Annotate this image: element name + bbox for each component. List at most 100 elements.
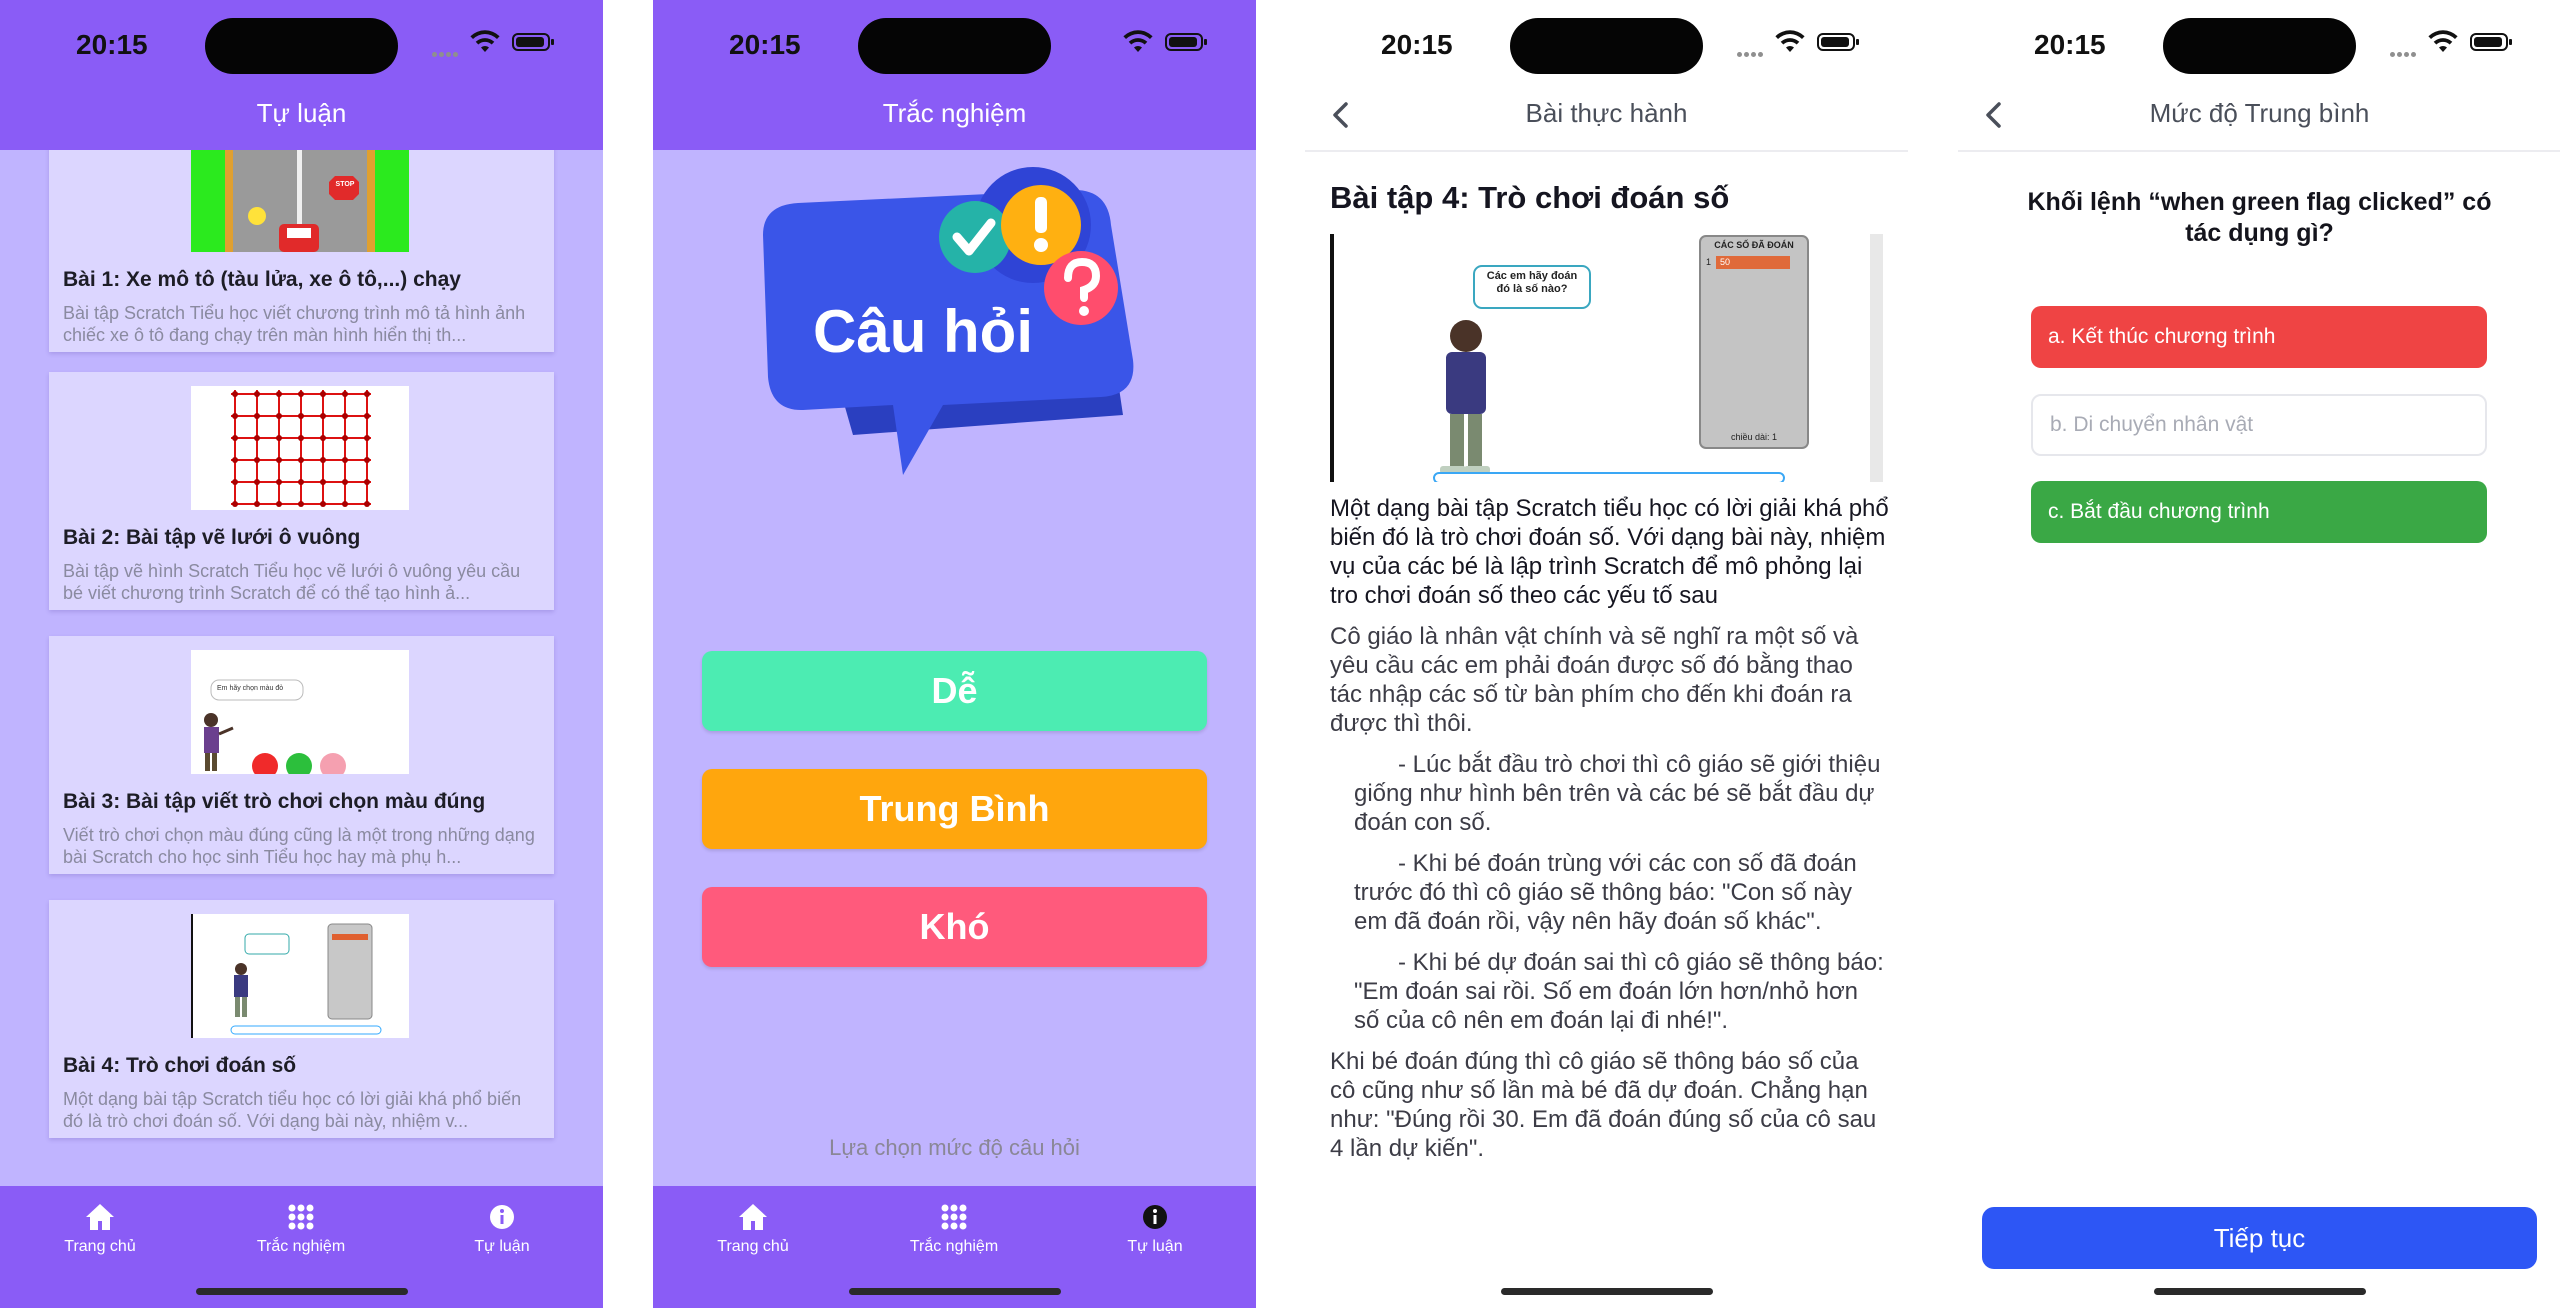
card-title: Bài 2: Bài tập vẽ lưới ô vuông (63, 526, 361, 549)
grid-icon (941, 1204, 967, 1230)
tab-label: Trang chủ (64, 1238, 136, 1255)
stop-sign-text: STOP (335, 181, 355, 188)
tab-label: Trang chủ (717, 1238, 789, 1255)
grid-icon (288, 1204, 314, 1230)
essay-list-screen: 20:15 Tự luận STOP Bài 1: Xe mô tô (tàu … (0, 0, 603, 1308)
practice-detail-screen: 20:15 Bài thực hành Bài tập 4: Trò chơi … (1305, 0, 1908, 1308)
image-list-index: 1 (1706, 257, 1712, 267)
article-bullet: - Lúc bắt đầu trò chơi thì cô giáo sẽ gi… (1354, 751, 1881, 836)
tab-essay[interactable]: Tự luận (1075, 1200, 1235, 1256)
image-speech-text: Các em hãy đoán đó là số nào? (1486, 270, 1578, 295)
dynamic-island (858, 18, 1051, 74)
tab-label: Trắc nghiệm (909, 1238, 999, 1255)
page-title: Tự luận (256, 98, 347, 128)
article-image: Các em hãy đoán đó là số nào? CÁC SỐ ĐÃ … (1330, 234, 1883, 482)
question-text: Khối lệnh “when green flag clicked” có t… (2027, 188, 2492, 247)
home-indicator (2154, 1288, 2366, 1295)
article-paragraph: Cô giáo là nhân vật chính và sẽ nghĩ ra … (1330, 623, 1859, 737)
answer-option-a[interactable]: a. Kết thúc chương trình (2031, 306, 2487, 368)
image-list-footer: chiều dài: 1 (1730, 432, 1778, 442)
card-description: Viết trò chơi chọn màu đúng cũng là một … (63, 825, 535, 867)
home-icon (739, 1204, 767, 1230)
header: 20:15 Tự luận (0, 0, 603, 150)
article-paragraph: Khi bé đoán đúng thì cô giáo sẽ thông bá… (1330, 1048, 1877, 1162)
page-title: Bài thực hành (1525, 98, 1688, 128)
exercise-list[interactable]: STOP Bài 1: Xe mô tô (tàu lửa, xe ô tô,.… (0, 150, 603, 1186)
list-item[interactable]: Em hãy chọn màu đỏ Bài 3: Bài tập viết t… (49, 636, 554, 874)
wifi-icon (2428, 30, 2458, 52)
home-indicator (1501, 1288, 1713, 1295)
level-medium-button[interactable]: Trung Bình (702, 769, 1207, 849)
card-title: Bài 3: Bài tập viết trò chơi chọn màu đú… (63, 790, 486, 813)
home-indicator (849, 1288, 1061, 1295)
status-bar: 20:15 (1305, 0, 1908, 90)
question-bubble-illustration: Câu hỏi (743, 165, 1163, 495)
thumbnail-guess-game (191, 914, 409, 1038)
level-hard-button[interactable]: Khó (702, 887, 1207, 967)
answer-option-b[interactable]: b. Di chuyển nhân vật (2031, 394, 2487, 456)
battery-icon (512, 33, 554, 51)
page-title: Mức độ Trung bình (2149, 98, 2370, 128)
quiz-level-screen: 20:15 Trắc nghiệm Câu hỏi Dễ Trung Bình … (653, 0, 1256, 1308)
level-hint: Lựa chọn mức độ câu hỏi (829, 1135, 1080, 1160)
status-bar: 20:15 (1958, 0, 2560, 90)
image-list-header: CÁC SỐ ĐÃ ĐOÁN (1714, 240, 1794, 250)
tab-label: Tự luận (474, 1238, 530, 1255)
tab-home[interactable]: Trang chủ (20, 1200, 180, 1256)
signal-icon (432, 44, 460, 57)
list-item[interactable]: Bài 2: Bài tập vẽ lưới ô vuông Bài tập v… (49, 372, 554, 610)
dynamic-island (1510, 18, 1703, 74)
thumbnail-grid (191, 386, 409, 510)
speech-bubble-text: Em hãy chọn màu đỏ (217, 685, 284, 692)
continue-button[interactable]: Tiếp tục (1982, 1207, 2537, 1269)
signal-icon (1737, 44, 1765, 57)
header: 20:15 Trắc nghiệm (653, 0, 1256, 150)
image-list-value: 50 (1720, 257, 1731, 267)
wifi-icon (1775, 30, 1805, 52)
article-bullet: - Khi bé dự đoán sai thì cô giáo sẽ thôn… (1354, 949, 1884, 1034)
header: 20:15 Bài thực hành (1305, 0, 1908, 152)
home-icon (86, 1204, 114, 1230)
article-heading: Bài tập 4: Trò chơi đoán số (1330, 180, 1730, 215)
dynamic-island (205, 18, 398, 74)
tab-quiz[interactable]: Trắc nghiệm (874, 1200, 1034, 1256)
status-time: 20:15 (729, 29, 801, 60)
card-title: Bài 4: Trò chơi đoán số (63, 1054, 297, 1077)
list-item[interactable]: STOP Bài 1: Xe mô tô (tàu lửa, xe ô tô,.… (49, 150, 554, 352)
thumbnail-car-road: STOP (191, 150, 409, 252)
article-paragraph: Một dạng bài tập Scratch tiểu học có lời… (1330, 495, 1889, 609)
dynamic-island (2163, 18, 2356, 74)
info-icon (490, 1205, 514, 1229)
article-content[interactable]: Bài tập 4: Trò chơi đoán số Các em hãy đ… (1330, 180, 1890, 1163)
signal-icon (2390, 44, 2418, 57)
tab-essay[interactable]: Tự luận (422, 1200, 582, 1256)
home-indicator (196, 1288, 408, 1295)
status-bar: 20:15 (0, 0, 603, 90)
wifi-icon (1123, 30, 1153, 52)
question-screen: 20:15 Mức độ Trung bình Khối lệnh “when … (1958, 0, 2560, 1308)
card-description: Bài tập Scratch Tiểu học viết chương trì… (63, 303, 526, 345)
status-time: 20:15 (1381, 29, 1453, 60)
level-easy-button[interactable]: Dễ (702, 651, 1207, 731)
article-bullet: - Khi bé đoán trùng với các con số đã đo… (1354, 850, 1857, 935)
info-icon (1143, 1205, 1167, 1229)
tab-home[interactable]: Trang chủ (673, 1200, 833, 1256)
status-bar: 20:15 (653, 0, 1256, 90)
tab-label: Tự luận (1127, 1238, 1183, 1255)
wifi-icon (470, 30, 500, 52)
list-item[interactable]: Bài 4: Trò chơi đoán số Một dạng bài tập… (49, 900, 554, 1138)
answer-option-c[interactable]: c. Bắt đầu chương trình (2031, 481, 2487, 543)
battery-icon (1817, 33, 1859, 51)
status-time: 20:15 (76, 29, 148, 60)
battery-icon (1165, 33, 1207, 51)
tab-quiz[interactable]: Trắc nghiệm (221, 1200, 381, 1256)
bubble-text: Câu hỏi (813, 298, 1033, 365)
page-title: Trắc nghiệm (882, 98, 1027, 128)
card-description: Một dạng bài tập Scratch tiểu học có lời… (63, 1089, 522, 1131)
thumbnail-color-game: Em hãy chọn màu đỏ (191, 650, 409, 774)
battery-icon (2470, 33, 2512, 51)
status-time: 20:15 (2034, 29, 2106, 60)
header: 20:15 Mức độ Trung bình (1958, 0, 2560, 152)
tab-label: Trắc nghiệm (256, 1238, 346, 1255)
card-title: Bài 1: Xe mô tô (tàu lửa, xe ô tô,...) c… (63, 268, 461, 291)
